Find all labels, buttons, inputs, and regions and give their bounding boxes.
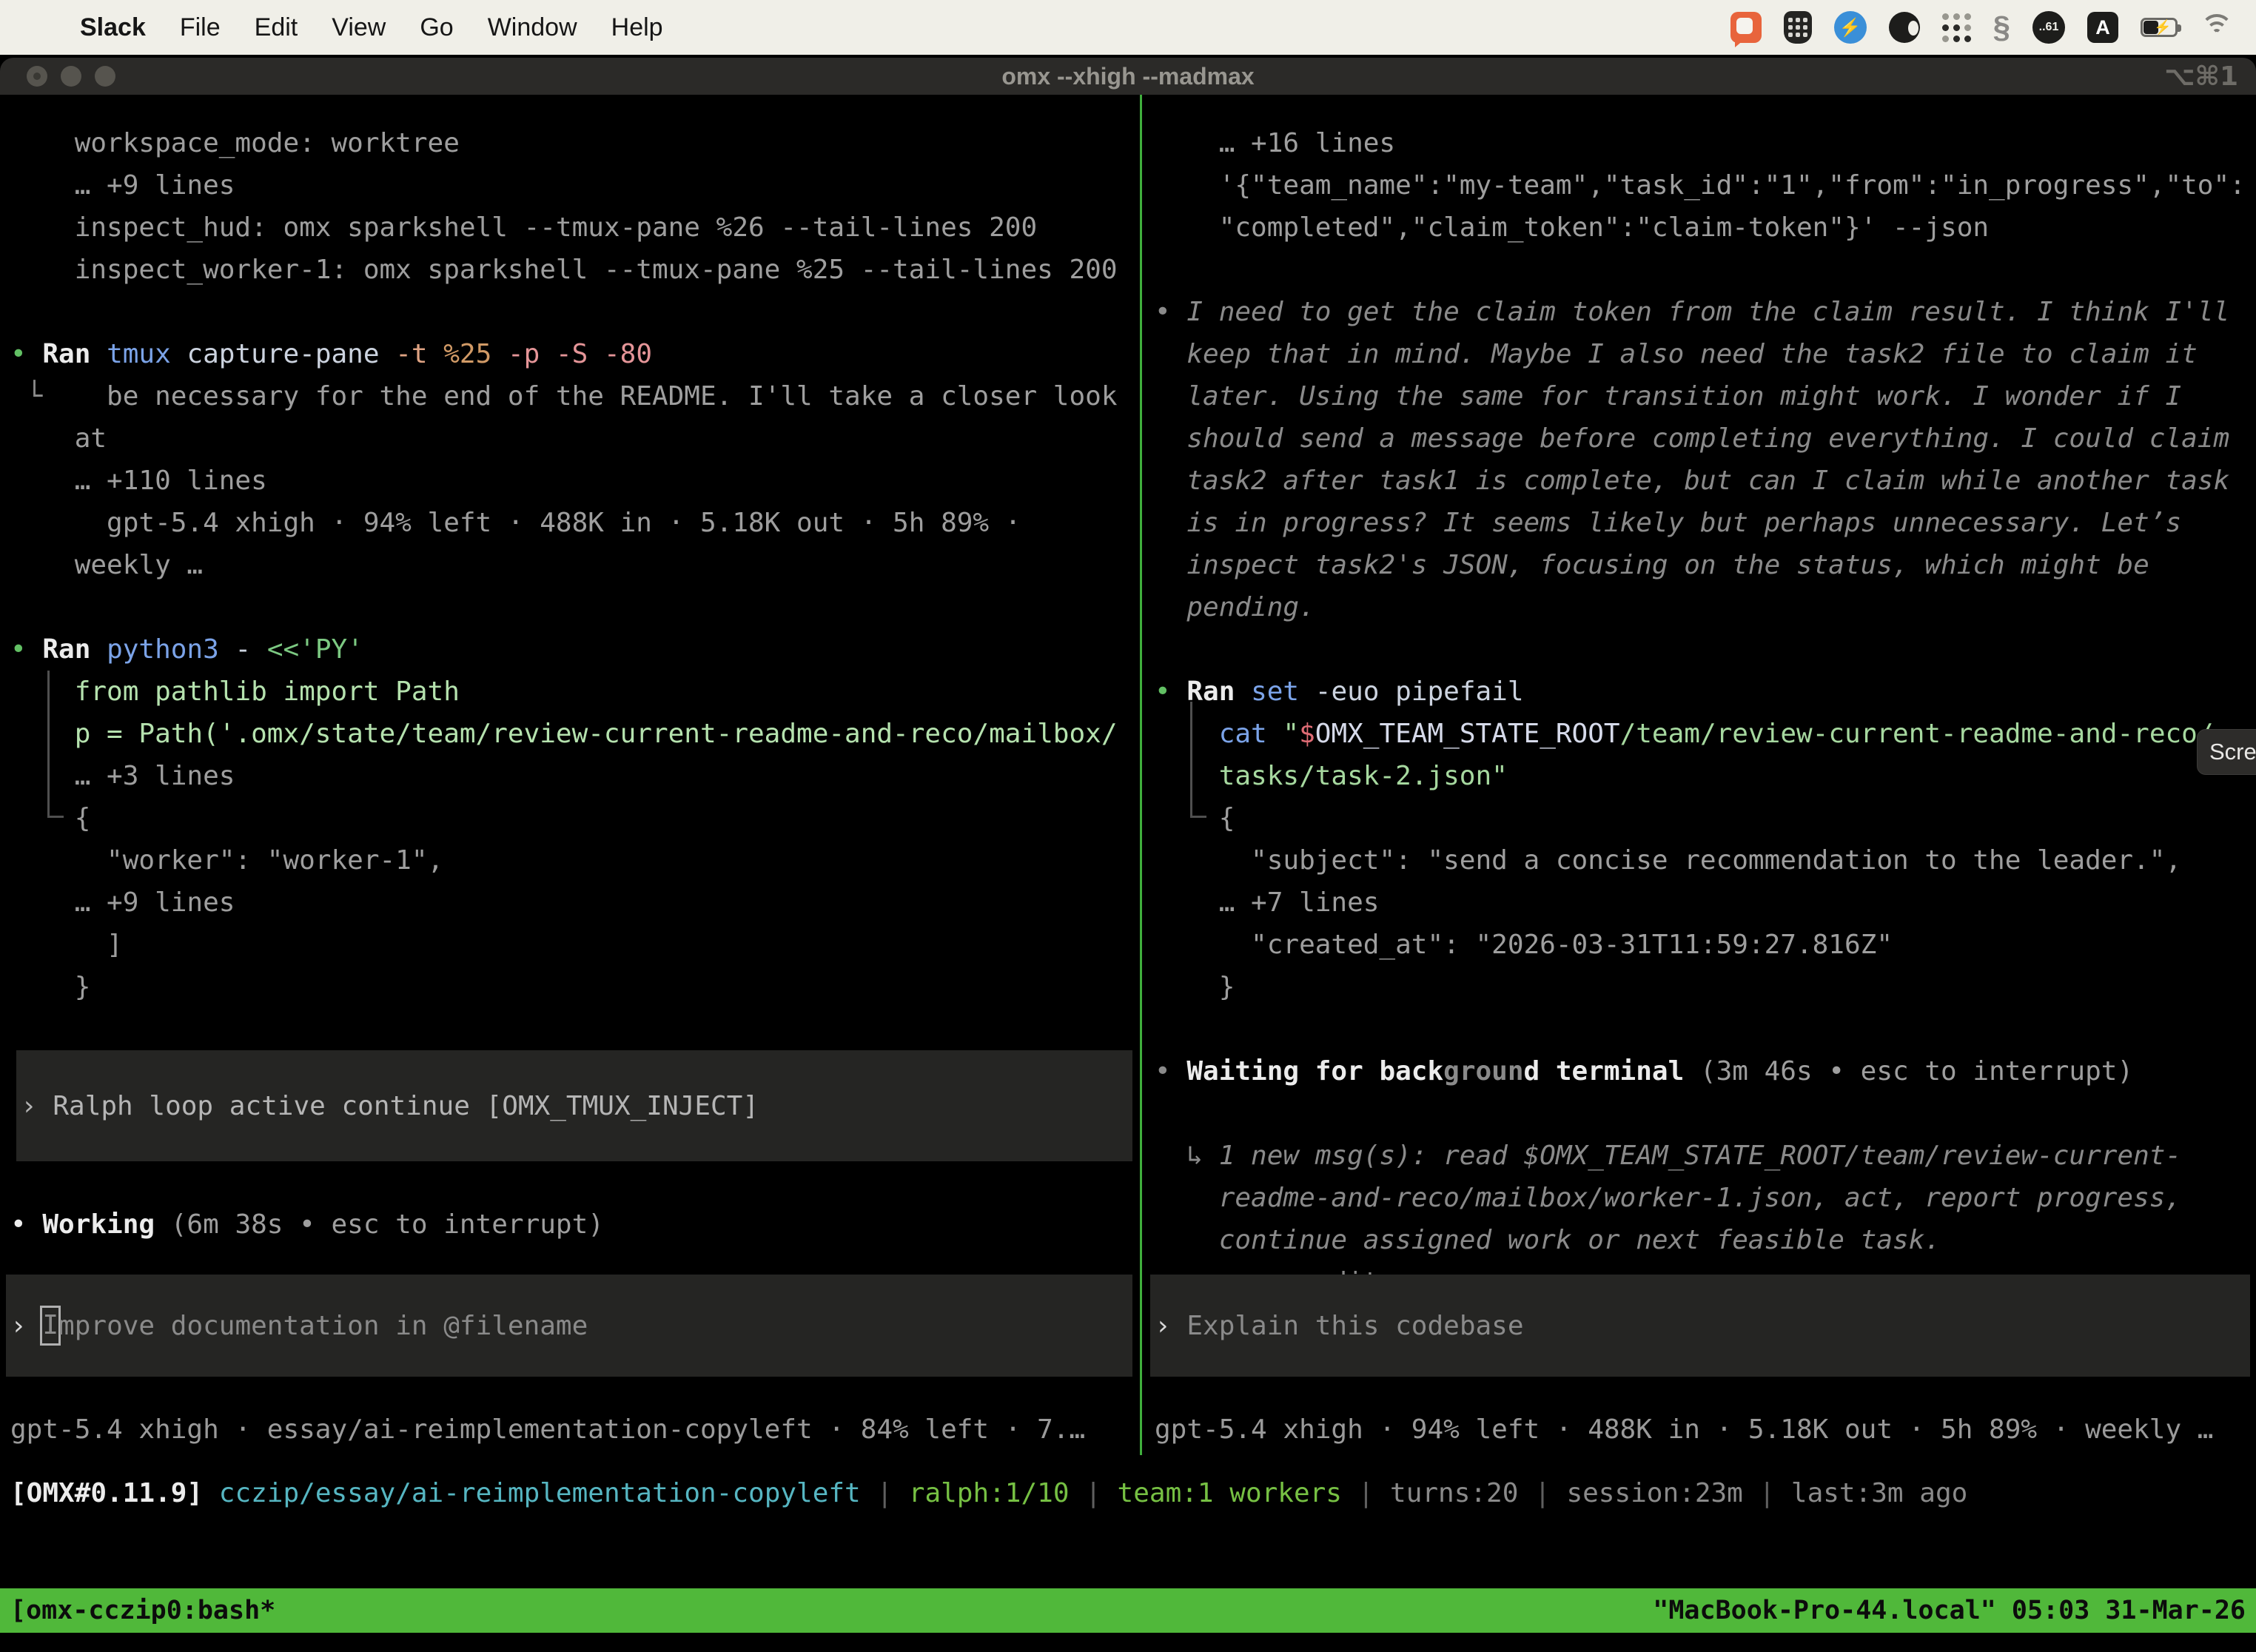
menu-bar-status-area: ⚡ § ..61 A ⚡ <box>1730 10 2234 45</box>
terminal-line: └ be necessary for the end of the README… <box>10 375 1138 417</box>
left-pane-status-line: gpt-5.4 xhigh · essay/ai-reimplementatio… <box>10 1408 1138 1451</box>
terminal-line <box>10 586 1138 628</box>
prompt-chevron-icon: › <box>10 1305 42 1347</box>
dots-grid-icon[interactable] <box>1942 13 1971 42</box>
output-connector-line <box>47 671 64 818</box>
menu-item-help[interactable]: Help <box>611 13 663 42</box>
terminal-window: omx --xhigh --madmax ⌥⌘1 workspace_mode:… <box>0 58 2256 1652</box>
terminal-line: "created_at": "2026-03-31T11:59:27.816Z" <box>1155 924 2256 966</box>
terminal-line <box>10 1161 1138 1203</box>
terminal-line: • Ran tmux capture-pane -t %25 -p -S -80 <box>10 333 1138 375</box>
s-curve-icon[interactable]: § <box>1993 10 2010 45</box>
battery-icon[interactable]: ⚡ <box>2141 18 2178 37</box>
menu-app-name[interactable]: Slack <box>80 13 146 42</box>
blue-badge-icon[interactable]: ⚡ <box>1834 11 1867 44</box>
terminal-line: • I need to get the claim token from the… <box>1155 291 2256 333</box>
terminal-line: "subject": "send a concise recommendatio… <box>1155 839 2256 882</box>
terminal-line <box>1155 1092 2256 1135</box>
terminal-line: inspect_hud: omx sparkshell --tmux-pane … <box>10 206 1138 249</box>
input-source-icon[interactable]: A <box>2087 12 2118 43</box>
text-cursor: I <box>40 1306 61 1346</box>
terminal-line <box>1155 249 2256 291</box>
terminal-line: … +3 lines <box>10 755 1138 797</box>
terminal-line: p = Path('.omx/state/team/review-current… <box>10 713 1138 755</box>
terminal-line: • Working (6m 38s • esc to interrupt) <box>10 1203 1138 1246</box>
terminal-line: later. Using the same for transition mig… <box>1155 375 2256 417</box>
screen-tooltip: Scre <box>2197 729 2256 775</box>
input-placeholder: Explain this codebase <box>1186 1305 1523 1347</box>
terminal-line: tasks/task-2.json" <box>1155 755 2256 797</box>
terminal-line: • Ran python3 - <<'PY' <box>10 628 1138 671</box>
terminal-line: at <box>10 417 1138 460</box>
orange-chat-icon[interactable] <box>1730 12 1762 43</box>
input-placeholder: mprove documentation in @filename <box>58 1305 588 1347</box>
menu-item-edit[interactable]: Edit <box>255 13 298 42</box>
terminal-line: pending. <box>1155 586 2256 628</box>
terminal-line <box>10 1008 1138 1050</box>
menu-item-view[interactable]: View <box>332 13 386 42</box>
terminal-content: workspace_mode: worktree … +9 lines insp… <box>0 95 2256 1455</box>
pane-divider[interactable] <box>1140 95 1142 1455</box>
menu-item-file[interactable]: File <box>180 13 221 42</box>
terminal-line: • Waiting for background terminal (3m 46… <box>1155 1050 2256 1092</box>
prompt-chevron-icon: › <box>1155 1305 1186 1347</box>
left-pane-output: workspace_mode: worktree … +9 lines insp… <box>0 95 1138 1246</box>
terminal-line: should send a message before completing … <box>1155 417 2256 460</box>
terminal-pane-right[interactable]: … +16 lines '{"team_name":"my-team","tas… <box>1144 95 2256 1455</box>
right-pane-status-line: gpt-5.4 xhigh · 94% left · 488K in · 5.1… <box>1155 1408 2256 1451</box>
terminal-line: '{"team_name":"my-team","task_id":"1","f… <box>1155 164 2256 206</box>
terminal-line: "worker": "worker-1", <box>10 839 1138 882</box>
right-pane-output: … +16 lines '{"team_name":"my-team","tas… <box>1144 95 2256 1303</box>
menu-item-window[interactable]: Window <box>488 13 577 42</box>
terminal-line: inspect task2's JSON, focusing on the st… <box>1155 544 2256 586</box>
tmux-session-label: [omx-cczip0:bash* <box>10 1588 275 1633</box>
window-title: omx --xhigh --madmax <box>0 63 2256 90</box>
terminal-line: "completed","claim_token":"claim-token"}… <box>1155 206 2256 249</box>
macos-menu-bar: Slack File Edit View Go Window Help ⚡ § … <box>0 0 2256 55</box>
terminal-line: from pathlib import Path <box>10 671 1138 713</box>
terminal-line: ↳ 1 new msg(s): read $OMX_TEAM_STATE_ROO… <box>1155 1135 2256 1177</box>
terminal-line: ] <box>10 924 1138 966</box>
shield-grid-icon[interactable] <box>1784 11 1812 44</box>
stats-circle-icon[interactable]: ..61 <box>2032 11 2065 44</box>
terminal-line <box>1155 1008 2256 1050</box>
output-connector-line <box>1190 702 1206 818</box>
terminal-line: cat "$OMX_TEAM_STATE_ROOT/team/review-cu… <box>1155 713 2256 755</box>
terminal-line: inspect_worker-1: omx sparkshell --tmux-… <box>10 249 1138 291</box>
window-title-bar[interactable]: omx --xhigh --madmax ⌥⌘1 <box>0 58 2256 95</box>
inject-banner: › Ralph loop active continue [OMX_TMUX_I… <box>16 1050 1132 1161</box>
terminal-pane-left[interactable]: workspace_mode: worktree … +9 lines insp… <box>0 95 1138 1455</box>
terminal-line <box>10 291 1138 333</box>
terminal-line <box>1155 628 2256 671</box>
terminal-line: } <box>10 966 1138 1008</box>
terminal-line: is in progress? It seems likely but perh… <box>1155 502 2256 544</box>
terminal-line: • Ran set -euo pipefail <box>1155 671 2256 713</box>
terminal-line: weekly … <box>10 544 1138 586</box>
terminal-line: readme-and-reco/mailbox/worker-1.json, a… <box>1155 1177 2256 1219</box>
terminal-line: { <box>1155 797 2256 839</box>
wifi-icon[interactable] <box>2200 14 2234 41</box>
terminal-line: task2 after task1 is complete, but can I… <box>1155 460 2256 502</box>
terminal-line: { <box>10 797 1138 839</box>
terminal-line: keep that in mind. Maybe I also need the… <box>1155 333 2256 375</box>
terminal-line: … +7 lines <box>1155 882 2256 924</box>
menu-item-go[interactable]: Go <box>420 13 453 42</box>
dark-crescent-icon[interactable] <box>1889 12 1920 43</box>
omx-status-bar: [OMX#0.11.9] cczip/essay/ai-reimplementa… <box>0 1471 2256 1516</box>
tmux-host-clock: "MacBook-Pro-44.local" 05:03 31-Mar-26 <box>1653 1588 2246 1633</box>
terminal-line: gpt-5.4 xhigh · 94% left · 488K in · 5.1… <box>10 502 1138 544</box>
terminal-line: … +110 lines <box>10 460 1138 502</box>
terminal-line: } <box>1155 966 2256 1008</box>
terminal-line: workspace_mode: worktree <box>10 122 1138 164</box>
terminal-line: … +9 lines <box>10 882 1138 924</box>
window-shortcut-hint: ⌥⌘1 <box>2164 61 2238 92</box>
left-prompt-input[interactable]: › Improve documentation in @filename <box>6 1275 1132 1377</box>
terminal-line: continue assigned work or next feasible … <box>1155 1219 2256 1261</box>
terminal-line: … +9 lines <box>10 164 1138 206</box>
tmux-status-bar: [omx-cczip0:bash* "MacBook-Pro-44.local"… <box>0 1588 2256 1633</box>
terminal-line: … +16 lines <box>1155 122 2256 164</box>
right-prompt-input[interactable]: › Explain this codebase <box>1150 1275 2250 1377</box>
